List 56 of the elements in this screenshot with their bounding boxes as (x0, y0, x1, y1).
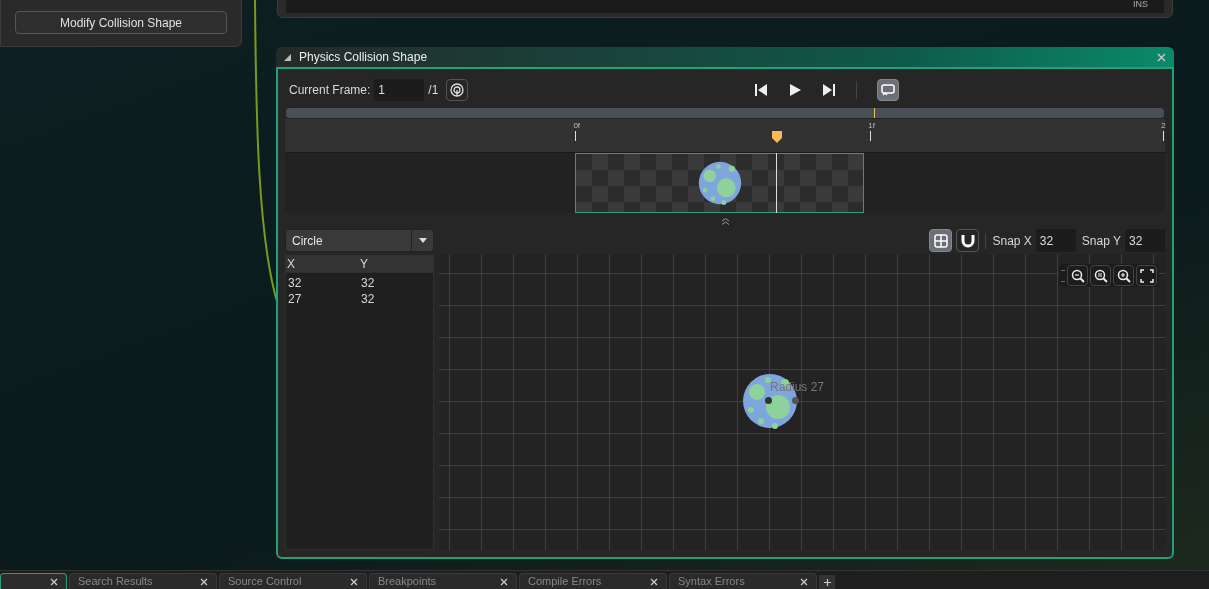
play-icon[interactable] (788, 83, 802, 97)
point-cell-text: 32 (360, 291, 376, 308)
close-icon[interactable] (50, 577, 58, 586)
output-tab[interactable]: Breakpoints (369, 573, 517, 589)
collapse-icon[interactable] (284, 53, 291, 61)
output-tab[interactable]: Syntax Errors (669, 573, 817, 589)
close-icon[interactable] (650, 577, 658, 586)
current-frame-field[interactable]: 1 (374, 79, 425, 101)
plus-icon (823, 578, 831, 586)
caret-icon (418, 238, 427, 243)
close-icon[interactable] (200, 577, 208, 586)
magnet-icon (960, 233, 975, 248)
timeline-tick-label: 2 (1161, 121, 1166, 131)
timeline-tick-label: 1f (868, 121, 875, 131)
timeline-tick-label: 0f (573, 121, 581, 131)
skip-forward-icon[interactable] (822, 83, 836, 97)
close-icon[interactable] (350, 577, 358, 586)
point-cell-text: 32 (287, 275, 303, 292)
insert-mode-text: INS (1133, 0, 1148, 9)
zoom-reset-icon[interactable] (1093, 268, 1108, 283)
radius-handle[interactable] (792, 397, 799, 404)
playhead-icon[interactable] (771, 131, 782, 143)
close-icon[interactable] (800, 577, 808, 586)
fullscreen-icon[interactable] (1139, 268, 1154, 283)
column-header: X (286, 255, 296, 273)
grid-icon (933, 233, 948, 248)
skip-back-icon[interactable] (754, 83, 768, 97)
point-cell-text: 32 (360, 275, 376, 292)
onion-skin-button[interactable] (446, 79, 469, 101)
grid-toggle-button[interactable] (929, 229, 953, 252)
output-tab[interactable]: Compile Errors (519, 573, 667, 589)
current-frame-label: Current Frame: (289, 82, 371, 99)
snap-x-label: Snap X (992, 232, 1032, 250)
zoom-out-icon[interactable] (1070, 268, 1085, 283)
add-tab-button[interactable] (819, 575, 835, 589)
snap-x-field[interactable]: 32 (1035, 229, 1076, 252)
output-tab[interactable]: Search Results (69, 573, 217, 589)
loop-icon (881, 84, 895, 96)
loop-button[interactable] (877, 79, 899, 101)
frame-thumbnail[interactable] (575, 153, 865, 213)
point-cell-text: 27 (287, 291, 303, 308)
frame-total-text: /1 (428, 82, 439, 99)
splitter-handle-icon[interactable] (720, 217, 730, 225)
zoom-in-icon[interactable] (1116, 268, 1131, 283)
snap-y-label: Snap Y (1081, 232, 1121, 250)
output-tab[interactable]: Source Control (219, 573, 367, 589)
snap-y-field[interactable]: 32 (1125, 229, 1165, 252)
output-tab[interactable] (0, 573, 67, 589)
center-handle[interactable] (765, 397, 772, 404)
sprite-thumbnail (697, 161, 742, 205)
column-header: Y (359, 255, 369, 273)
window-title: Physics Collision Shape (299, 49, 429, 66)
shape-dropdown[interactable]: Circle (285, 229, 434, 252)
close-icon[interactable] (500, 577, 508, 586)
magnet-toggle-button[interactable] (956, 229, 980, 252)
modify-collision-shape-button[interactable]: Modify Collision Shape (15, 11, 227, 34)
